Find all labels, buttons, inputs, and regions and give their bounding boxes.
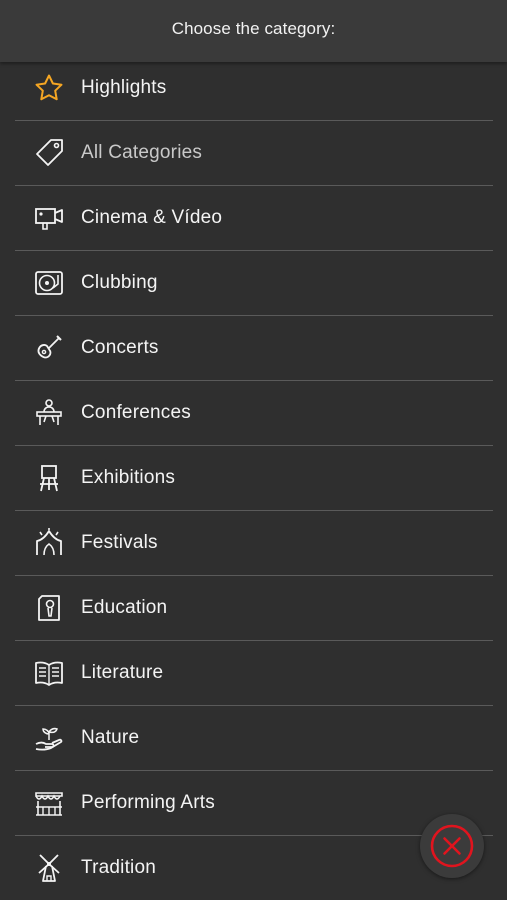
category-item-all-categories[interactable]: All Categories bbox=[15, 121, 493, 186]
category-item-literature[interactable]: Literature bbox=[15, 641, 493, 706]
tag-icon bbox=[33, 137, 65, 169]
category-label: Nature bbox=[81, 727, 140, 748]
turntable-icon bbox=[33, 267, 65, 299]
header-bar: Choose the category: bbox=[0, 0, 507, 62]
book-icon bbox=[33, 657, 65, 689]
category-label: Conferences bbox=[81, 402, 191, 423]
close-button[interactable] bbox=[420, 814, 484, 878]
plant-hand-icon bbox=[33, 722, 65, 754]
header-title: Choose the category: bbox=[171, 18, 336, 38]
education-icon bbox=[33, 592, 65, 624]
category-label: Cinema & Vídeo bbox=[81, 207, 223, 228]
category-item-festivals[interactable]: Festivals bbox=[15, 511, 493, 576]
category-item-exhibitions[interactable]: Exhibitions bbox=[15, 446, 493, 511]
windmill-icon bbox=[33, 852, 65, 884]
video-camera-icon bbox=[33, 202, 65, 234]
category-item-education[interactable]: Education bbox=[15, 576, 493, 641]
category-label: Concerts bbox=[81, 337, 159, 358]
category-item-cinema-video[interactable]: Cinema & Vídeo bbox=[15, 186, 493, 251]
category-label: Highlights bbox=[81, 77, 167, 98]
category-item-highlights[interactable]: Highlights bbox=[15, 56, 493, 121]
conference-speaker-icon bbox=[33, 397, 65, 429]
star-icon bbox=[33, 72, 65, 104]
category-item-nature[interactable]: Nature bbox=[15, 706, 493, 771]
category-label: Festivals bbox=[81, 532, 158, 553]
category-label: Tradition bbox=[81, 857, 157, 878]
festival-tent-icon bbox=[33, 527, 65, 559]
category-label: All Categories bbox=[81, 142, 203, 163]
category-label: Education bbox=[81, 597, 168, 618]
theater-stage-icon bbox=[33, 787, 65, 819]
category-label: Clubbing bbox=[81, 272, 158, 293]
category-label: Performing Arts bbox=[81, 792, 215, 813]
category-picker-screen: Choose the category: Highlights All Cate… bbox=[0, 0, 507, 900]
category-item-performing-arts[interactable]: Performing Arts bbox=[15, 771, 493, 836]
guitar-icon bbox=[33, 332, 65, 364]
category-label: Exhibitions bbox=[81, 467, 176, 488]
category-list: Highlights All Categories Cinema & Vídeo… bbox=[15, 56, 493, 900]
category-label: Literature bbox=[81, 662, 164, 683]
category-item-concerts[interactable]: Concerts bbox=[15, 316, 493, 381]
category-item-clubbing[interactable]: Clubbing bbox=[15, 251, 493, 316]
easel-icon bbox=[33, 462, 65, 494]
close-circle-icon bbox=[430, 824, 474, 868]
category-item-conferences[interactable]: Conferences bbox=[15, 381, 493, 446]
